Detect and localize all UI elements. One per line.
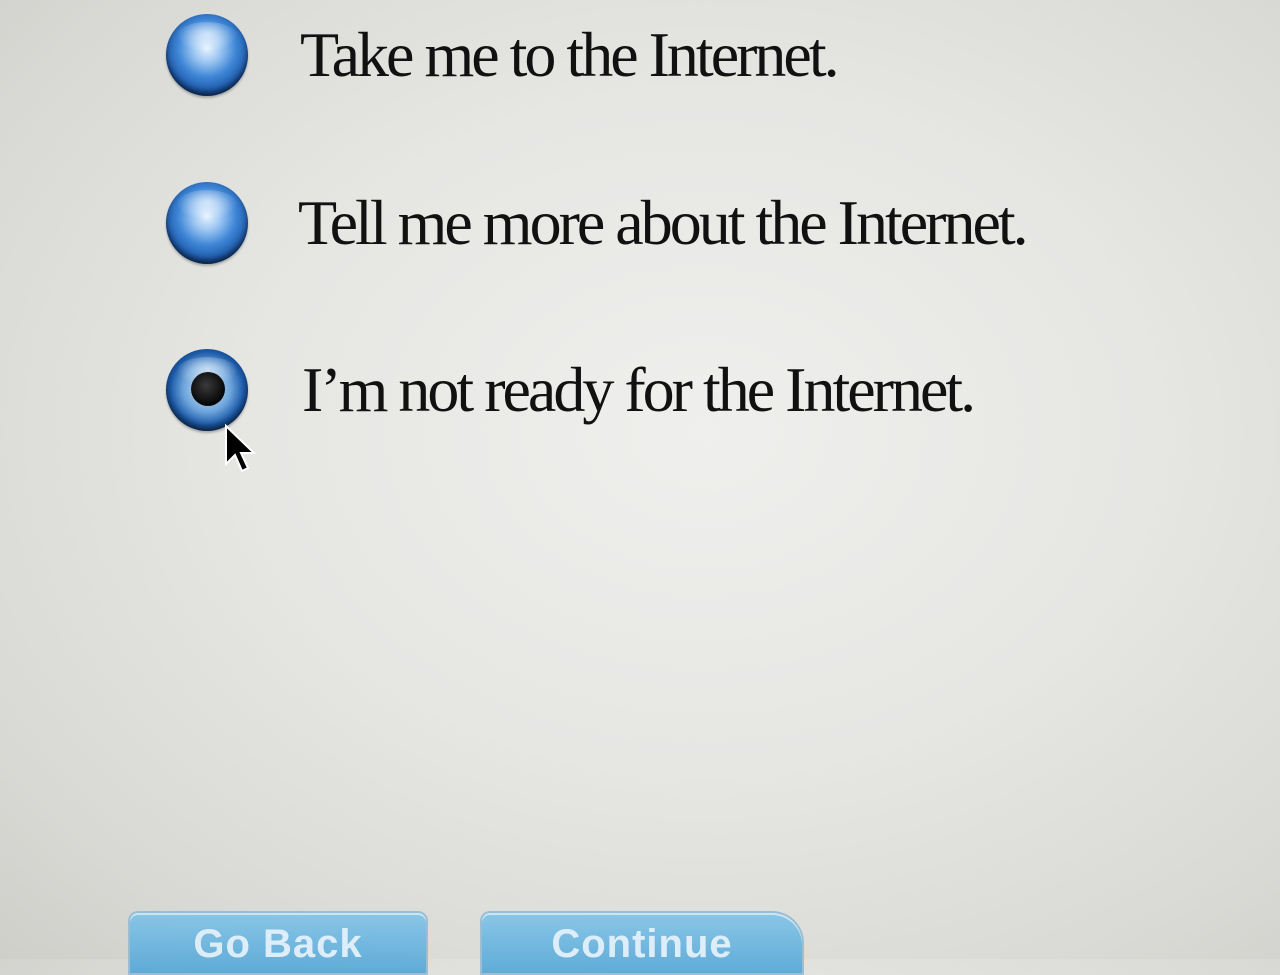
option-label: I’m not ready for the Internet. [302, 354, 976, 425]
continue-button[interactable]: Continue [482, 913, 802, 973]
arrow-cursor-icon [225, 424, 257, 473]
go-back-button[interactable]: Go Back [130, 913, 426, 973]
option-tell-me-more[interactable]: Tell me more about the Internet. [166, 178, 1029, 268]
option-label: Tell me more about the Internet. [298, 187, 1029, 258]
radio-button-icon[interactable] [166, 182, 248, 264]
option-take-me-to-internet[interactable]: Take me to the Internet. [166, 10, 840, 100]
option-label: Take me to the Internet. [300, 19, 840, 90]
radio-selected-dot [191, 372, 225, 406]
radio-button-icon[interactable] [166, 14, 248, 96]
radio-button-selected-icon[interactable] [166, 349, 248, 431]
option-not-ready[interactable]: I’m not ready for the Internet. [166, 345, 976, 435]
